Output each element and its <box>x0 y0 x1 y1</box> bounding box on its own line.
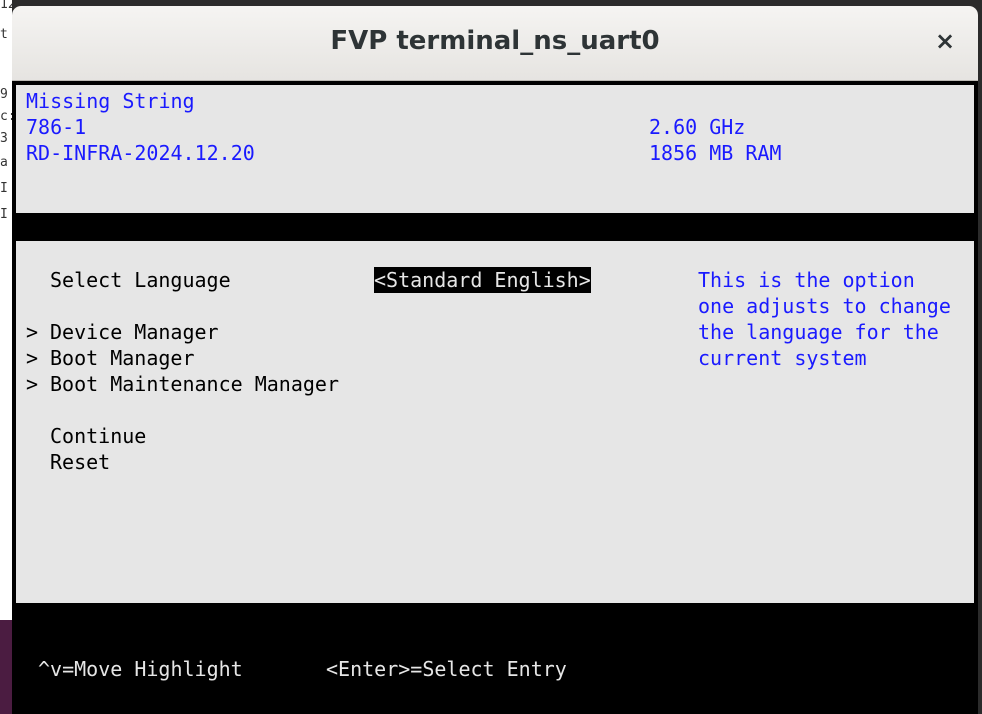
background-terminal: 127.0.0.1 t 9 c: 3 a I I <box>0 0 12 620</box>
menu-item-arrow: > <box>26 320 39 344</box>
language-selector[interactable]: <Standard English> <box>374 267 591 293</box>
firmware-version: RD-INFRA-2024.12.20 <box>26 141 255 165</box>
bg-terminal-line: I <box>0 207 8 222</box>
bg-terminal-line: c: <box>0 109 12 124</box>
menu-item-device-manager[interactable]: Device Manager <box>50 319 219 345</box>
terminal-window: FVP terminal_ns_uart0 × Missing String 7… <box>12 6 978 714</box>
menu-item-boot-maintenance-manager[interactable]: Boot Maintenance Manager <box>50 371 339 397</box>
bg-terminal-line: I <box>0 181 8 196</box>
bg-terminal-line: 3 <box>0 131 8 146</box>
menu-item-arrow: > <box>26 346 39 370</box>
menu-item-arrow: > <box>26 372 39 396</box>
window-titlebar[interactable]: FVP terminal_ns_uart0 × <box>12 6 978 81</box>
platform-id: 786-1 <box>26 115 87 139</box>
select-language-label[interactable]: Select Language <box>50 267 231 293</box>
desktop-background <box>0 620 12 714</box>
help-text-line: current system <box>698 346 867 370</box>
menu-item-boot-manager[interactable]: Boot Manager <box>50 345 195 371</box>
footer-move-hint: ^v=Move Highlight <box>38 657 243 681</box>
bg-terminal-line: 127.0.0.1 <box>0 0 12 12</box>
menu-item-reset[interactable]: Reset <box>50 449 110 475</box>
cpu-speed: 2.60 GHz <box>649 115 746 139</box>
window-title: FVP terminal_ns_uart0 <box>330 26 660 56</box>
memory-size: 1856 MB RAM <box>649 141 782 165</box>
footer-enter-hint: <Enter>=Select Entry <box>326 657 567 681</box>
close-icon[interactable]: × <box>930 26 960 56</box>
bg-terminal-line: a <box>0 155 8 170</box>
menu-item-continue[interactable]: Continue <box>50 423 146 449</box>
bg-terminal-line: 9 <box>0 87 8 102</box>
help-text-line: the language for the <box>698 320 939 344</box>
help-text-line: one adjusts to change <box>698 294 951 318</box>
system-info-panel: Missing String 786-1 RD-INFRA-2024.12.20… <box>16 85 974 213</box>
help-text-line: This is the option <box>698 268 915 292</box>
bg-terminal-line: t <box>0 27 8 42</box>
firmware-string: Missing String <box>26 89 195 113</box>
main-menu-panel: Select Language <Standard English> > Dev… <box>16 241 974 603</box>
